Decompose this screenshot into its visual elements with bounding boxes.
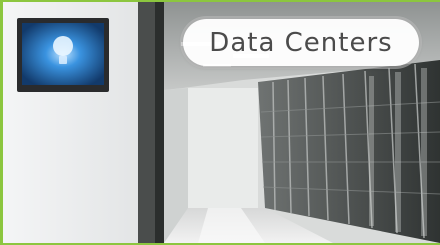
- accent-border-top: [0, 0, 440, 2]
- data-centers-tile[interactable]: Data Centers: [0, 0, 440, 245]
- accent-border-left: [0, 0, 3, 245]
- tile-label: Data Centers: [209, 27, 393, 58]
- monitor-icon: [17, 18, 109, 92]
- tile-label-pill[interactable]: Data Centers: [183, 19, 419, 66]
